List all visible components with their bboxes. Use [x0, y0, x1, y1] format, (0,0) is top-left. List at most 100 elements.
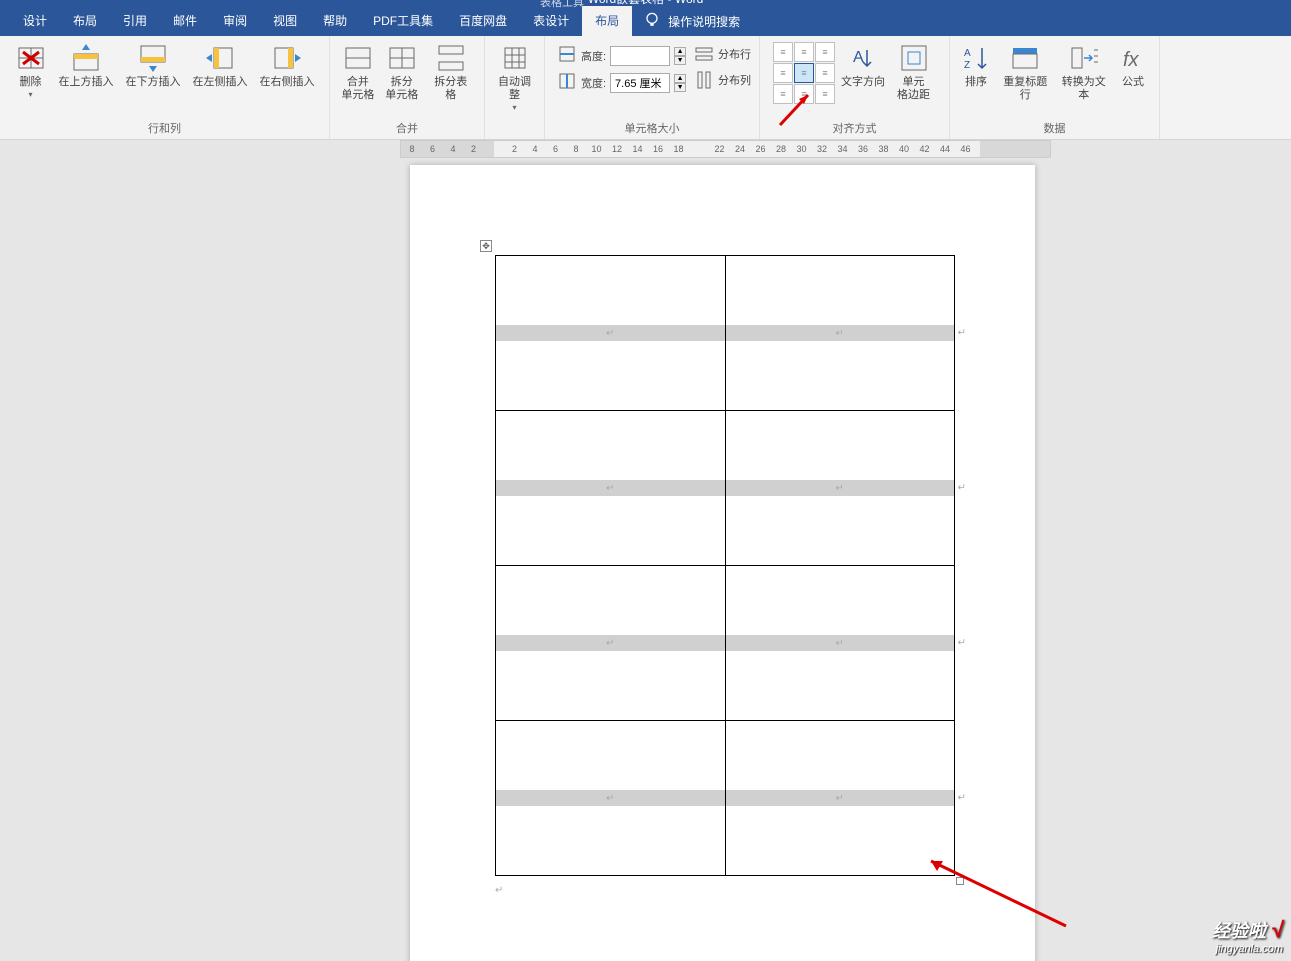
to-text-icon [1068, 42, 1100, 74]
watermark: 经验啦 √ jingyanla.com [1212, 917, 1283, 955]
table-row: ↵ ↵↵ [496, 721, 955, 876]
table-row: ↵ ↵↵ [496, 566, 955, 721]
cell-margins-button[interactable]: 单元 格边距 [891, 40, 936, 104]
width-label: 宽度: [581, 75, 606, 91]
delete-button[interactable]: 删除 ▾ [9, 40, 53, 101]
height-input[interactable] [610, 46, 670, 66]
split-table-label: 拆分表格 [430, 76, 472, 102]
table-cell[interactable]: ↵ [496, 411, 726, 566]
window-title: Word嵌套表格 - Word [588, 0, 704, 7]
tell-me-placeholder: 操作说明搜索 [668, 13, 740, 30]
align-middle-right[interactable]: ≡ [815, 63, 835, 83]
cell-margins-icon [898, 42, 930, 74]
autofit-icon [499, 42, 531, 74]
cell-margins-label: 单元 格边距 [897, 76, 930, 102]
to-text-button[interactable]: 转换为文本 [1055, 40, 1114, 104]
height-spin-up[interactable]: ▲ [674, 47, 686, 56]
autofit-label: 自动调整 [497, 76, 532, 102]
tab-pdf[interactable]: PDF工具集 [360, 6, 446, 36]
document-area: 8642246810121416182224262830323436384042… [0, 140, 1291, 961]
tab-help[interactable]: 帮助 [310, 6, 360, 36]
table-resize-handle[interactable] [956, 877, 964, 885]
alignment-grid: ≡ ≡ ≡ ≡ ≡ ≡ ≡ ≡ ≡ [773, 40, 835, 104]
table-cell[interactable]: ↵↵ [725, 566, 955, 721]
distribute-rows-button[interactable]: 分布行 [694, 44, 751, 64]
formula-icon: fx [1117, 42, 1149, 74]
tab-mailings[interactable]: 邮件 [160, 6, 210, 36]
align-middle-center[interactable]: ≡ [794, 63, 814, 83]
merge-cells-button[interactable]: 合并 单元格 [336, 40, 380, 104]
sort-button[interactable]: AZ 排序 [956, 40, 996, 91]
ribbon: 删除 ▾ 在上方插入 在下方插入 在左侧插入 在右侧插入 行和列 [0, 36, 1291, 140]
width-spin-up[interactable]: ▲ [674, 74, 686, 83]
table-cell[interactable]: ↵ [496, 256, 726, 411]
delete-icon [15, 42, 47, 74]
table-row: ↵ ↵↵ [496, 256, 955, 411]
group-merge-label: 合并 [336, 117, 478, 139]
group-cell-size-label: 单元格大小 [551, 117, 753, 139]
insert-above-label: 在上方插入 [59, 76, 114, 89]
table-cell[interactable]: ↵↵ [725, 256, 955, 411]
tab-baidu[interactable]: 百度网盘 [446, 6, 520, 36]
svg-text:A: A [964, 48, 971, 59]
distribute-cols-button[interactable]: 分布列 [694, 70, 751, 90]
text-direction-button[interactable]: A 文字方向 [835, 40, 891, 91]
repeat-header-icon [1009, 42, 1041, 74]
align-top-right[interactable]: ≡ [815, 42, 835, 62]
insert-right-icon [271, 42, 303, 74]
autofit-button[interactable]: 自动调整 ▾ [491, 40, 538, 114]
insert-right-label: 在右侧插入 [260, 76, 315, 89]
table-cell[interactable]: ↵ [496, 721, 726, 876]
sort-icon: AZ [960, 42, 992, 74]
ruler-ticks: 8642246810121416182224262830323436384042… [401, 144, 1050, 154]
group-alignment: ≡ ≡ ≡ ≡ ≡ ≡ ≡ ≡ ≡ A 文字方向 单元 格边距 对齐方式 [760, 36, 950, 139]
watermark-text2: jingyanla.com [1212, 943, 1283, 955]
tab-view[interactable]: 视图 [260, 6, 310, 36]
document-table[interactable]: ↵ ↵↵ ↵ ↵↵ ↵ ↵↵ ↵ ↵↵ [495, 255, 955, 876]
table-move-handle[interactable]: ✥ [480, 240, 492, 252]
align-middle-left[interactable]: ≡ [773, 63, 793, 83]
title-context: 表格工具 [540, 0, 584, 10]
lightbulb-icon [642, 10, 662, 33]
delete-label: 删除 [20, 76, 42, 89]
split-cells-icon [386, 42, 418, 74]
align-bottom-left[interactable]: ≡ [773, 84, 793, 104]
tab-review[interactable]: 审阅 [210, 6, 260, 36]
width-spin-down[interactable]: ▼ [674, 83, 686, 92]
table-cell[interactable]: ↵↵ [725, 721, 955, 876]
align-bottom-right[interactable]: ≡ [815, 84, 835, 104]
width-input[interactable] [610, 73, 670, 93]
tab-table-layout[interactable]: 布局 [582, 6, 632, 36]
split-table-button[interactable]: 拆分表格 [424, 40, 478, 104]
checkmark-icon: √ [1271, 917, 1283, 942]
tab-layout[interactable]: 布局 [60, 6, 110, 36]
tab-references[interactable]: 引用 [110, 6, 160, 36]
insert-left-button[interactable]: 在左侧插入 [187, 40, 254, 91]
dropdown-arrow-icon: ▾ [28, 90, 32, 99]
align-top-center[interactable]: ≡ [794, 42, 814, 62]
insert-above-button[interactable]: 在上方插入 [53, 40, 120, 91]
group-alignment-label: 对齐方式 [766, 117, 943, 139]
align-bottom-center[interactable]: ≡ [794, 84, 814, 104]
page[interactable]: ✥ ↵ ↵↵ ↵ ↵↵ ↵ ↵↵ ↵ ↵↵ ↵ [410, 165, 1035, 961]
table-cell[interactable]: ↵↵ [725, 411, 955, 566]
horizontal-ruler[interactable]: 8642246810121416182224262830323436384042… [400, 140, 1051, 158]
insert-right-button[interactable]: 在右侧插入 [254, 40, 321, 91]
split-table-icon [435, 42, 467, 74]
align-top-left[interactable]: ≡ [773, 42, 793, 62]
insert-below-button[interactable]: 在下方插入 [120, 40, 187, 91]
formula-button[interactable]: fx 公式 [1113, 40, 1153, 91]
tab-table-design[interactable]: 表设计 [520, 6, 582, 36]
group-merge: 合并 单元格 拆分 单元格 拆分表格 合并 [330, 36, 485, 139]
merge-cells-label: 合并 单元格 [341, 76, 374, 102]
text-direction-label: 文字方向 [841, 76, 885, 89]
group-cell-size: 高度: ▲▼ 宽度: ▲▼ 分布行 分布列 [545, 36, 760, 139]
tab-design[interactable]: 设计 [10, 6, 60, 36]
height-spin-down[interactable]: ▼ [674, 56, 686, 65]
split-cells-button[interactable]: 拆分 单元格 [380, 40, 424, 104]
ribbon-tabs: 设计 布局 引用 邮件 审阅 视图 帮助 PDF工具集 百度网盘 表设计 布局 … [0, 6, 1291, 36]
tell-me-search[interactable]: 操作说明搜索 [642, 10, 740, 33]
table-cell[interactable]: ↵ [496, 566, 726, 721]
repeat-header-button[interactable]: 重复标题行 [996, 40, 1055, 104]
group-autofit-label [491, 133, 538, 139]
